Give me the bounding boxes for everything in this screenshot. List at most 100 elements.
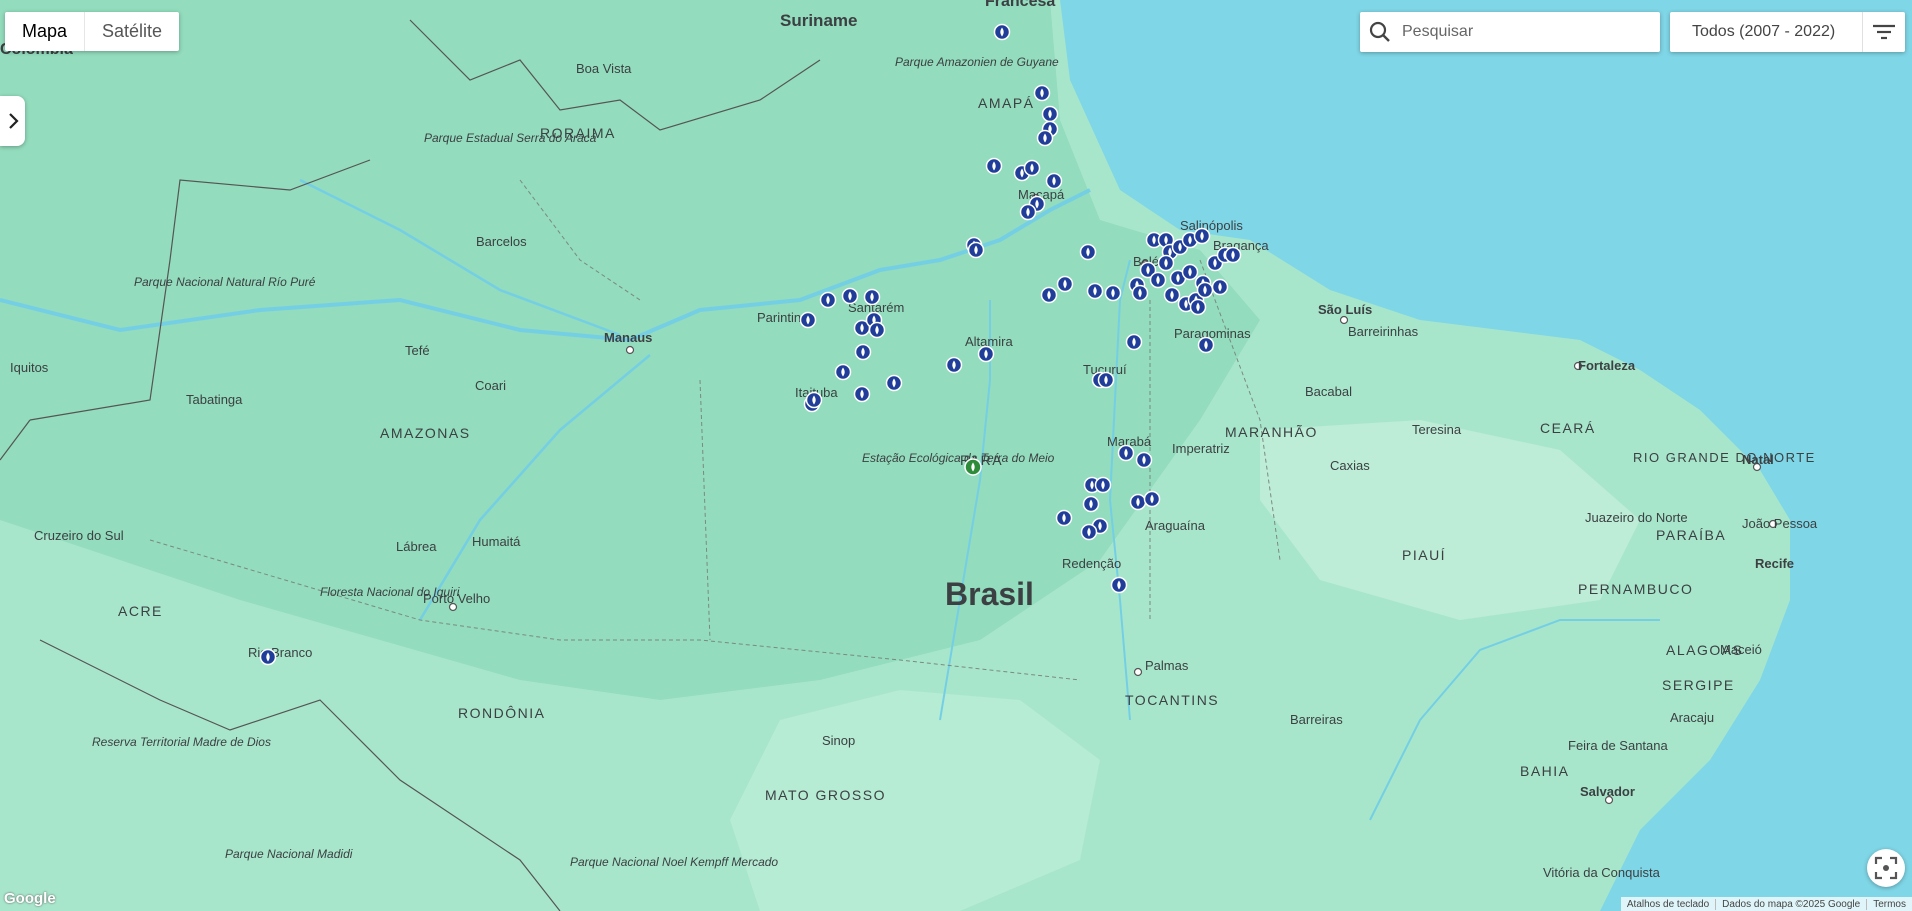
map-marker-icon[interactable]	[1086, 282, 1104, 300]
label-paraiba: PARAÍBA	[1656, 527, 1726, 543]
label-caxias: Caxias	[1330, 458, 1370, 473]
map-data-attribution: Dados do mapa ©2025 Google	[1715, 898, 1866, 910]
map-type-satellite-button[interactable]: Satélite	[85, 12, 179, 51]
locate-button[interactable]	[1867, 849, 1905, 887]
label-rio-pure: Parque Nacional Natural Río Puré	[134, 275, 316, 289]
map-marker-icon[interactable]	[1189, 298, 1207, 316]
label-humaita: Humaitá	[472, 534, 521, 549]
map-marker-icon[interactable]	[1149, 271, 1167, 289]
map-type-map-button[interactable]: Mapa	[5, 12, 86, 51]
map-marker-icon[interactable]	[1082, 495, 1100, 513]
map-marker-icon[interactable]	[1045, 172, 1063, 190]
label-parc-amazonien: Parque Amazonien de Guyane	[895, 55, 1059, 69]
label-labrea: Lábrea	[396, 539, 437, 554]
map-marker-icon[interactable]	[1196, 281, 1214, 299]
label-amazonas: AMAZONAS	[380, 425, 471, 441]
map-marker-icon[interactable]	[819, 291, 837, 309]
label-maceio: Maceió	[1720, 642, 1762, 657]
label-pernambuco: PERNAMBUCO	[1578, 581, 1693, 597]
label-terra-do-meio: Estação Ecológica da Terra do Meio	[862, 451, 1055, 465]
map-marker-icon[interactable]	[885, 374, 903, 392]
label-acre: ACRE	[118, 603, 163, 619]
map-marker-icon[interactable]	[841, 287, 859, 305]
label-amapa: AMAPÁ	[978, 95, 1035, 111]
map-marker-icon[interactable]	[868, 321, 886, 339]
label-araguaina: Araguaína	[1145, 518, 1206, 533]
terms-link[interactable]: Termos	[1866, 898, 1912, 910]
label-serra-do-araca: Parque Estadual Serra do Aracá	[424, 131, 597, 145]
label-madidi: Parque Nacional Madidi	[225, 847, 353, 861]
label-teresina: Teresina	[1412, 422, 1462, 437]
label-iquiri: Floresta Nacional do Iquiri	[320, 585, 460, 599]
map-marker-icon[interactable]	[1019, 203, 1037, 221]
map-marker-icon[interactable]	[1094, 476, 1112, 494]
label-piaui: PIAUÍ	[1402, 547, 1446, 563]
map-marker-icon[interactable]	[1110, 576, 1128, 594]
label-cruzeiro-do-sul: Cruzeiro do Sul	[34, 528, 124, 543]
map-marker-icon[interactable]	[1097, 371, 1115, 389]
label-joao-pessoa: João Pessoa	[1742, 516, 1818, 531]
map-marker-icon[interactable]	[1135, 451, 1153, 469]
map-marker-icon[interactable]	[1129, 493, 1147, 511]
map-marker-icon[interactable]	[854, 343, 872, 361]
map-marker-icon[interactable]	[259, 648, 277, 666]
label-madre-de-dios: Reserva Territorial Madre de Dios	[92, 735, 271, 749]
search-box	[1360, 12, 1660, 52]
map-marker-icon[interactable]	[1104, 284, 1122, 302]
map-marker-icon[interactable]	[1056, 275, 1074, 293]
map-marker-icon[interactable]	[1131, 284, 1149, 302]
map-marker-icon[interactable]	[993, 23, 1011, 41]
map-marker-icon[interactable]	[967, 241, 985, 259]
chevron-right-icon	[8, 113, 19, 129]
label-barcelos: Barcelos	[476, 234, 527, 249]
map-marker-icon[interactable]	[1211, 278, 1229, 296]
map-footer: Atalhos de teclado Dados do mapa ©2025 G…	[1620, 897, 1912, 911]
map-canvas[interactable]: Brasil Suriname Colombia Francesa AMAZON…	[0, 0, 1912, 911]
label-sergipe: SERGIPE	[1662, 677, 1735, 693]
map-marker-icon[interactable]	[1197, 336, 1215, 354]
keyboard-shortcuts-link[interactable]: Atalhos de teclado	[1621, 899, 1715, 910]
map-marker-icon[interactable]	[1040, 286, 1058, 304]
search-icon	[1369, 21, 1390, 42]
map-marker-icon[interactable]	[805, 391, 823, 409]
map-marker-icon[interactable]	[1157, 254, 1175, 272]
map-marker-icon[interactable]	[985, 157, 1003, 175]
map-marker-icon[interactable]	[1079, 243, 1097, 261]
filter-button[interactable]	[1863, 12, 1905, 52]
map-marker-icon[interactable]	[1023, 159, 1041, 177]
date-range-control: Todos (2007 - 2022)	[1670, 12, 1905, 52]
map-marker-icon[interactable]	[945, 356, 963, 374]
date-range-select[interactable]: Todos (2007 - 2022)	[1670, 23, 1862, 41]
map-marker-icon[interactable]	[1163, 286, 1181, 304]
map-marker-icon[interactable]	[1080, 523, 1098, 541]
map-marker-icon[interactable]	[1033, 84, 1051, 102]
map-marker-icon[interactable]	[853, 385, 871, 403]
map-marker-icon[interactable]	[1125, 333, 1143, 351]
label-coari: Coari	[475, 378, 506, 393]
map-marker-icon[interactable]	[799, 311, 817, 329]
map-marker-icon[interactable]	[863, 288, 881, 306]
label-maranhao: MARANHÃO	[1225, 424, 1318, 440]
panel-toggle-button[interactable]	[0, 96, 25, 146]
label-rondonia: RONDÔNIA	[458, 705, 545, 721]
label-noel-kempff: Parque Nacional Noel Kempff Mercado	[570, 855, 778, 869]
map-marker-icon[interactable]	[1224, 246, 1242, 264]
map-marker-icon[interactable]	[977, 345, 995, 363]
map-marker-icon[interactable]	[1193, 227, 1211, 245]
label-sinop: Sinop	[822, 733, 855, 748]
map-marker-icon[interactable]	[1055, 509, 1073, 527]
label-juazeiro-do-norte: Juazeiro do Norte	[1585, 510, 1688, 525]
map-marker-icon[interactable]	[834, 363, 852, 381]
map-marker-icon[interactable]	[1041, 105, 1059, 123]
google-logo: Google	[4, 890, 56, 907]
map-marker-icon[interactable]	[964, 458, 982, 476]
map-marker-icon[interactable]	[1036, 129, 1054, 147]
label-manaus: Manaus	[604, 330, 652, 345]
label-palmas: Palmas	[1145, 658, 1189, 673]
label-paragominas: Paragominas	[1174, 326, 1251, 341]
search-input[interactable]	[1400, 22, 1644, 42]
label-barreiras: Barreiras	[1290, 712, 1343, 727]
map-marker-icon[interactable]	[1143, 490, 1161, 508]
map-marker-icon[interactable]	[1181, 263, 1199, 281]
map-marker-icon[interactable]	[1117, 444, 1135, 462]
